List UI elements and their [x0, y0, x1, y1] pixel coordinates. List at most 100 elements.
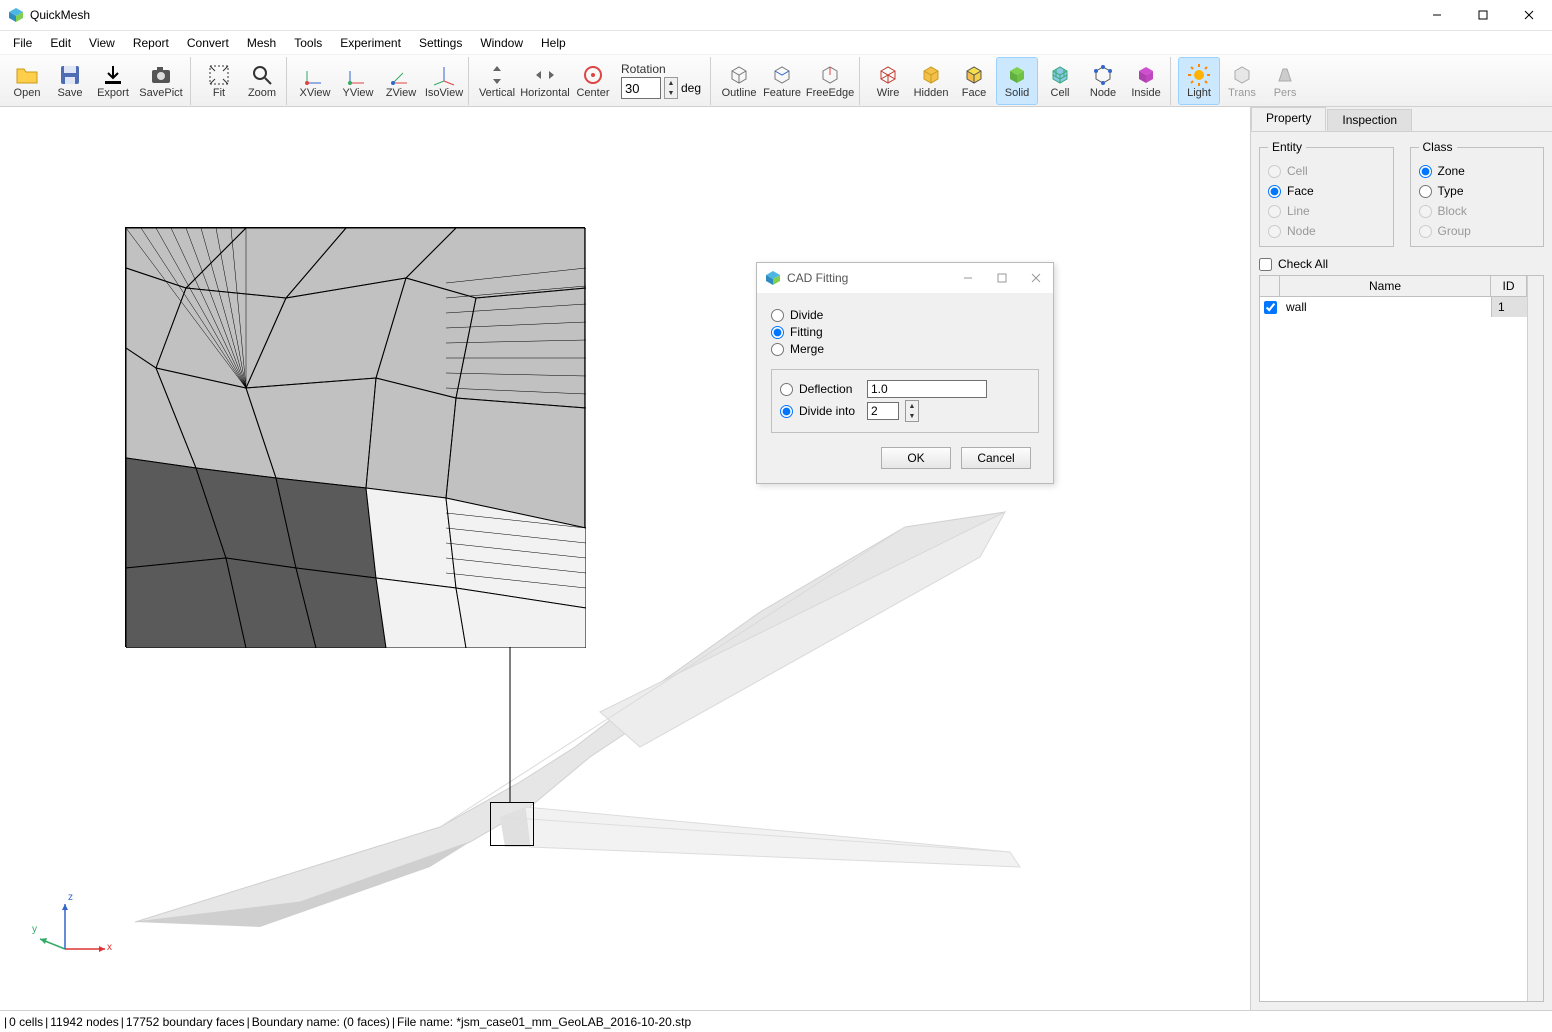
freeedge-button[interactable]: FreeEdge	[804, 57, 856, 105]
col-check[interactable]	[1260, 276, 1280, 296]
spin-down-icon[interactable]: ▼	[665, 88, 677, 98]
window-minimize-button[interactable]	[1414, 0, 1460, 31]
window-title: QuickMesh	[30, 8, 1414, 22]
radio-entity-face[interactable]: Face	[1268, 184, 1385, 198]
horizontal-flip-button[interactable]: Horizontal	[519, 57, 571, 105]
rotation-spinner[interactable]: ▲▼	[664, 77, 678, 99]
wire-button[interactable]: Wire	[867, 57, 909, 105]
toolbar-separator	[859, 57, 864, 105]
window-close-button[interactable]	[1506, 0, 1552, 31]
dialog-titlebar[interactable]: CAD Fitting	[757, 263, 1053, 293]
row-id: 1	[1491, 297, 1527, 317]
savepict-button[interactable]: SavePict	[135, 57, 187, 105]
cube-outline-icon	[727, 63, 751, 87]
menu-settings[interactable]: Settings	[410, 34, 471, 52]
floppy-disk-icon	[58, 63, 82, 87]
menu-window[interactable]: Window	[471, 34, 532, 52]
deflection-input[interactable]	[867, 380, 987, 398]
tab-property[interactable]: Property	[1251, 107, 1326, 131]
radio-entity-node: Node	[1268, 224, 1385, 238]
menubar: File Edit View Report Convert Mesh Tools…	[0, 31, 1552, 55]
outline-button[interactable]: Outline	[718, 57, 760, 105]
light-button[interactable]: Light	[1178, 57, 1220, 105]
menu-mesh[interactable]: Mesh	[238, 34, 285, 52]
main-area: x y z CAD Fitting Divide Fitting Merge	[0, 107, 1552, 1010]
divide-into-spinner[interactable]: ▲▼	[905, 400, 919, 422]
col-name[interactable]: Name	[1280, 276, 1491, 296]
face-button[interactable]: Face	[953, 57, 995, 105]
isoview-button[interactable]: IsoView	[423, 57, 465, 105]
fit-icon	[207, 63, 231, 87]
solid-button[interactable]: Solid	[996, 57, 1038, 105]
cube-node-icon	[1091, 63, 1115, 87]
save-button[interactable]: Save	[49, 57, 91, 105]
app-icon	[765, 270, 781, 286]
cube-wire-icon	[876, 63, 900, 87]
zview-button[interactable]: ZView	[380, 57, 422, 105]
xview-button[interactable]: XView	[294, 57, 336, 105]
radio-divide[interactable]: Divide	[771, 308, 1039, 322]
status-fname: File name: *jsm_case01_mm_GeoLAB_2016-10…	[397, 1015, 693, 1029]
status-cells: 0 cells	[9, 1015, 45, 1029]
node-button[interactable]: Node	[1082, 57, 1124, 105]
cube-transparent-icon	[1230, 63, 1254, 87]
divide-into-input[interactable]	[867, 402, 899, 420]
trans-button[interactable]: Trans	[1221, 57, 1263, 105]
dialog-minimize-button[interactable]	[951, 264, 985, 292]
cube-freeedge-icon	[818, 63, 842, 87]
radio-fitting[interactable]: Fitting	[771, 325, 1039, 339]
vertical-flip-button[interactable]: Vertical	[476, 57, 518, 105]
menu-view[interactable]: View	[80, 34, 124, 52]
open-button[interactable]: Open	[6, 57, 48, 105]
menu-edit[interactable]: Edit	[41, 34, 80, 52]
row-check[interactable]	[1264, 301, 1277, 314]
rotation-input[interactable]	[621, 77, 661, 99]
zoom-button[interactable]: Zoom	[241, 57, 283, 105]
cancel-button[interactable]: Cancel	[961, 447, 1031, 469]
menu-tools[interactable]: Tools	[285, 34, 331, 52]
feature-button[interactable]: Feature	[761, 57, 803, 105]
target-icon	[581, 63, 605, 87]
radio-deflection[interactable]	[780, 383, 793, 396]
table-scrollbar[interactable]	[1527, 276, 1543, 1001]
spin-down-icon[interactable]: ▼	[906, 411, 918, 421]
toolbar: Open Save Export SavePict Fit Zoom XView…	[0, 55, 1552, 107]
menu-report[interactable]: Report	[124, 34, 178, 52]
radio-divide-into[interactable]	[780, 405, 793, 418]
menu-convert[interactable]: Convert	[178, 34, 238, 52]
axis-y-label: y	[32, 924, 37, 935]
radio-merge[interactable]: Merge	[771, 342, 1039, 356]
inside-button[interactable]: Inside	[1125, 57, 1167, 105]
class-group: Class Zone Type Block Group	[1410, 140, 1545, 247]
yview-button[interactable]: YView	[337, 57, 379, 105]
table-row[interactable]: wall 1	[1260, 297, 1527, 317]
divide-into-label: Divide into	[799, 404, 861, 418]
center-button[interactable]: Center	[572, 57, 614, 105]
dialog-close-button[interactable]	[1019, 264, 1053, 292]
cell-button[interactable]: Cell	[1039, 57, 1081, 105]
export-icon	[101, 63, 125, 87]
menu-file[interactable]: File	[4, 34, 41, 52]
cube-solid-icon	[1005, 63, 1029, 87]
export-button[interactable]: Export	[92, 57, 134, 105]
pers-button[interactable]: Pers	[1264, 57, 1306, 105]
fit-button[interactable]: Fit	[198, 57, 240, 105]
window-maximize-button[interactable]	[1460, 0, 1506, 31]
menu-experiment[interactable]: Experiment	[331, 34, 410, 52]
dialog-maximize-button[interactable]	[985, 264, 1019, 292]
tab-inspection[interactable]: Inspection	[1327, 109, 1412, 131]
side-panel: Property Inspection Entity Cell Face Lin…	[1250, 107, 1552, 1010]
hidden-button[interactable]: Hidden	[910, 57, 952, 105]
radio-class-type[interactable]: Type	[1419, 184, 1536, 198]
radio-class-zone[interactable]: Zone	[1419, 164, 1536, 178]
ok-button[interactable]: OK	[881, 447, 951, 469]
viewport-3d[interactable]: x y z CAD Fitting Divide Fitting Merge	[0, 107, 1250, 1010]
detail-marker-box	[490, 802, 534, 846]
side-tabs: Property Inspection	[1251, 107, 1552, 131]
perspective-icon	[1273, 63, 1297, 87]
check-all[interactable]: Check All	[1259, 257, 1544, 271]
spin-up-icon[interactable]: ▲	[665, 78, 677, 88]
menu-help[interactable]: Help	[532, 34, 575, 52]
col-id[interactable]: ID	[1491, 276, 1527, 296]
spin-up-icon[interactable]: ▲	[906, 401, 918, 411]
